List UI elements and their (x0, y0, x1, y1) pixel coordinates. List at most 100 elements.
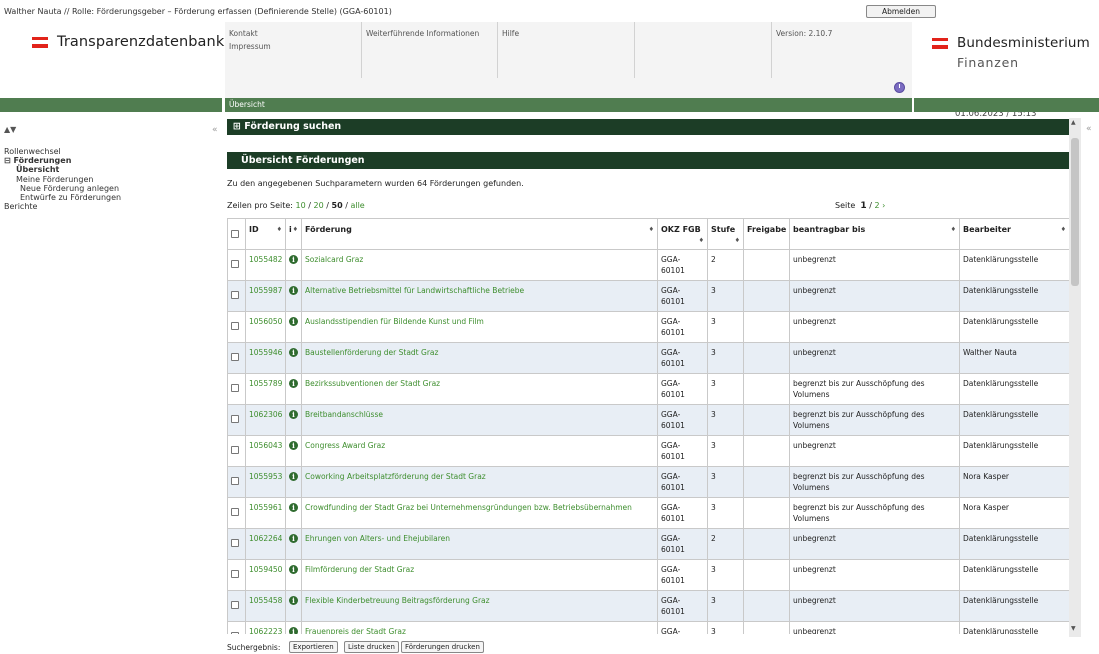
scrollbar-thumb[interactable] (1071, 138, 1079, 286)
scroll-up-icon[interactable]: ▲ (1071, 119, 1076, 126)
foerderung-link[interactable]: Frauenpreis der Stadt Graz (305, 627, 406, 634)
vertical-scrollbar[interactable]: ▲ ▼ (1069, 118, 1081, 637)
foerderung-link[interactable]: Congress Award Graz (305, 441, 385, 450)
info-icon[interactable]: i (289, 565, 298, 574)
sidebar-item-entwuerfe[interactable]: Entwürfe zu Förderungen (4, 193, 121, 202)
info-icon[interactable]: i (289, 286, 298, 295)
foerderung-link[interactable]: Sozialcard Graz (305, 255, 363, 264)
sort-icon[interactable]: ♦ (735, 236, 740, 247)
sidebar-item-rollenwechsel[interactable]: Rollenwechsel (4, 147, 121, 156)
row-checkbox[interactable] (231, 291, 239, 299)
right-panel-collapse-icon[interactable]: « (1086, 124, 1092, 134)
id-link[interactable]: 1055946 (249, 348, 282, 357)
rows-10-link[interactable]: 10 (296, 201, 306, 210)
kontakt-link[interactable]: Kontakt (229, 27, 357, 40)
info-icon[interactable]: i (289, 317, 298, 326)
page-next-link[interactable]: 2 › (874, 201, 885, 210)
stufe-cell: 3 (707, 311, 744, 343)
logout-button[interactable]: Abmelden (866, 5, 936, 18)
row-checkbox[interactable] (231, 477, 239, 485)
column-header-beantragbar[interactable]: beantragbar bis ♦ (789, 218, 960, 250)
row-checkbox[interactable] (231, 508, 239, 516)
export-button[interactable]: Exportieren (289, 641, 338, 653)
info-icon[interactable]: i (289, 503, 298, 512)
foerderung-link[interactable]: Alternative Betriebsmittel für Landwirts… (305, 286, 524, 295)
row-checkbox[interactable] (231, 353, 239, 361)
expand-collapse-icons[interactable]: ▲▼ (4, 125, 16, 134)
info-icon[interactable]: i (289, 379, 298, 388)
info-cell: i (285, 466, 302, 498)
info-icon[interactable]: i (289, 348, 298, 357)
freigabe-cell (743, 249, 790, 281)
column-header-okz[interactable]: OKZ FGB ♦ (657, 218, 708, 250)
info-icon[interactable]: i (289, 627, 298, 634)
foerderung-link[interactable]: Bezirkssubventionen der Stadt Graz (305, 379, 440, 388)
column-header-bearbeiter[interactable]: Bearbeiter ♦ (959, 218, 1069, 250)
row-checkbox[interactable] (231, 384, 239, 392)
id-link[interactable]: 1059450 (249, 565, 282, 574)
session-clock-icon[interactable] (894, 82, 905, 93)
row-checkbox[interactable] (231, 539, 239, 547)
info-icon[interactable]: i (289, 441, 298, 450)
row-checkbox[interactable] (231, 601, 239, 609)
sort-icon[interactable]: ♦ (699, 236, 704, 247)
scroll-down-icon[interactable]: ▼ (1071, 625, 1076, 632)
foerderung-link[interactable]: Crowdfunding der Stadt Graz bei Unterneh… (305, 503, 632, 512)
transparenzdatenbank-logo[interactable]: Transparenzdatenbank (32, 34, 224, 50)
id-link[interactable]: 1056043 (249, 441, 282, 450)
rows-all-link[interactable]: alle (350, 201, 364, 210)
row-checkbox[interactable] (231, 322, 239, 330)
id-link[interactable]: 1062264 (249, 534, 282, 543)
id-link[interactable]: 1055953 (249, 472, 282, 481)
foerderung-link[interactable]: Filmförderung der Stadt Graz (305, 565, 414, 574)
print-foerderungen-button[interactable]: Förderungen drucken (401, 641, 484, 653)
sidebar-item-uebersicht[interactable]: Übersicht (4, 165, 121, 174)
sort-icon[interactable]: ♦ (649, 225, 654, 236)
column-header-foerderung[interactable]: Förderung ♦ (301, 218, 658, 250)
search-panel-toggle[interactable]: ⊞ Förderung suchen (227, 119, 1069, 135)
row-checkbox[interactable] (231, 446, 239, 454)
foerderung-link[interactable]: Ehrungen von Alters- und Ehejubilaren (305, 534, 450, 543)
id-link[interactable]: 1055482 (249, 255, 282, 264)
id-link[interactable]: 1062223 (249, 627, 282, 634)
foerderung-link[interactable]: Coworking Arbeitsplatzförderung der Stad… (305, 472, 486, 481)
row-checkbox[interactable] (231, 415, 239, 423)
row-select-cell (227, 342, 246, 374)
foerderung-link[interactable]: Auslandsstipendien für Bildende Kunst un… (305, 317, 484, 326)
sort-icon[interactable]: ♦ (293, 225, 298, 236)
column-header-stufe[interactable]: Stufe ♦ (707, 218, 744, 250)
foerderung-link[interactable]: Breitbandanschlüsse (305, 410, 383, 419)
info-icon[interactable]: i (289, 596, 298, 605)
column-header-id[interactable]: ID ♦ (245, 218, 286, 250)
row-checkbox[interactable] (231, 260, 239, 268)
id-link[interactable]: 1055789 (249, 379, 282, 388)
weiterfuehrende-link[interactable]: Weiterführende Informationen (366, 27, 493, 40)
id-link[interactable]: 1055458 (249, 596, 282, 605)
ministry-name: Bundesministerium (957, 35, 1090, 51)
id-link[interactable]: 1056050 (249, 317, 282, 326)
foerderung-link[interactable]: Baustellenförderung der Stadt Graz (305, 348, 438, 357)
rows-20-link[interactable]: 20 (314, 201, 324, 210)
row-checkbox[interactable] (231, 632, 239, 634)
info-icon[interactable]: i (289, 534, 298, 543)
print-list-button[interactable]: Liste drucken (344, 641, 399, 653)
sidebar-item-neue-foerderung[interactable]: Neue Förderung anlegen (4, 184, 121, 193)
info-icon[interactable]: i (289, 255, 298, 264)
row-checkbox[interactable] (231, 570, 239, 578)
column-header-info[interactable]: i ♦ (285, 218, 302, 250)
sort-icon[interactable]: ♦ (1061, 225, 1066, 236)
info-icon[interactable]: i (289, 410, 298, 419)
sidebar-item-meine-foerderungen[interactable]: Meine Förderungen (4, 175, 121, 184)
info-icon[interactable]: i (289, 472, 298, 481)
id-link[interactable]: 1055987 (249, 286, 282, 295)
impressum-link[interactable]: Impressum (229, 40, 357, 53)
hilfe-link[interactable]: Hilfe (502, 27, 630, 40)
sidebar-collapse-icon[interactable]: « (212, 125, 218, 135)
foerderung-link[interactable]: Flexible Kinderbetreuung Beitragsförderu… (305, 596, 490, 605)
id-link[interactable]: 1055961 (249, 503, 282, 512)
select-all-checkbox[interactable] (231, 230, 239, 238)
sort-icon[interactable]: ♦ (277, 225, 282, 236)
id-link[interactable]: 1062306 (249, 410, 282, 419)
sidebar-item-berichte[interactable]: Berichte (4, 202, 121, 211)
sort-icon[interactable]: ♦ (951, 225, 956, 236)
